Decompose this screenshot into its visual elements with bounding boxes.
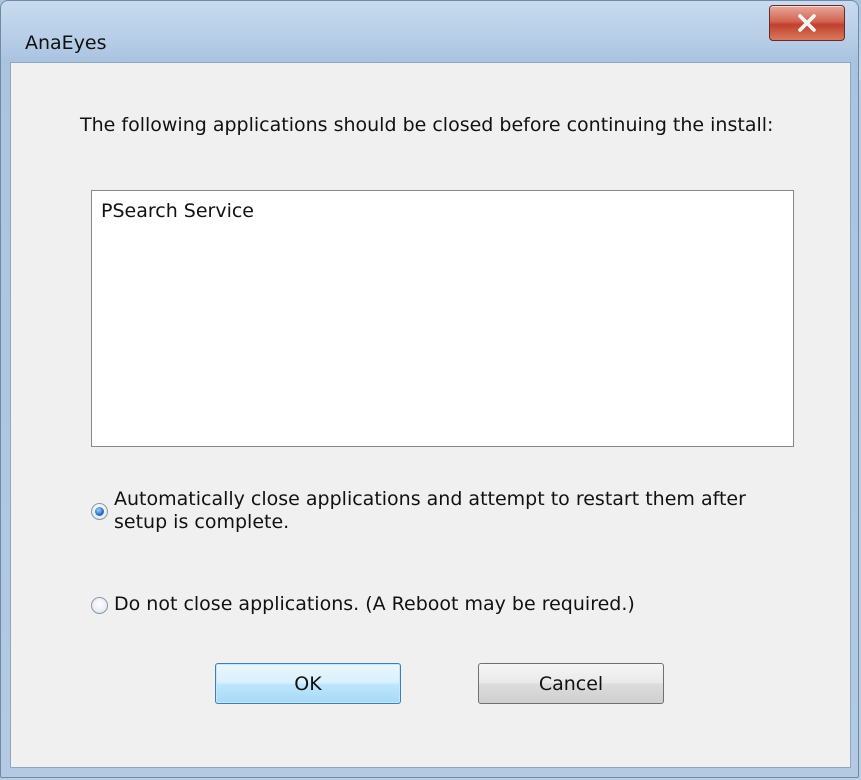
applications-list[interactable]: PSearch Service — [91, 190, 794, 447]
list-item[interactable]: PSearch Service — [101, 200, 254, 222]
auto-close-radio[interactable] — [91, 503, 108, 520]
cancel-button[interactable]: Cancel — [478, 663, 664, 704]
auto-close-label[interactable]: Automatically close applications and att… — [114, 488, 791, 534]
window-title: AnaEyes — [25, 32, 107, 54]
do-not-close-label[interactable]: Do not close applications. (A Reboot may… — [114, 593, 635, 616]
close-icon — [798, 14, 816, 32]
ok-button[interactable]: OK — [215, 663, 401, 704]
do-not-close-option[interactable]: Do not close applications. (A Reboot may… — [91, 593, 791, 616]
auto-close-option[interactable]: Automatically close applications and att… — [91, 488, 791, 534]
dialog-message: The following applications should be clo… — [80, 114, 774, 136]
close-button[interactable] — [769, 5, 845, 41]
do-not-close-radio[interactable] — [91, 597, 108, 614]
